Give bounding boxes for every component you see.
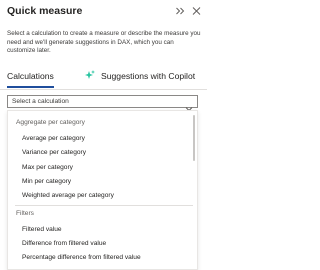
tabs-divider — [0, 89, 207, 90]
group-separator — [15, 205, 193, 206]
option-max-per-category[interactable]: Max per category — [22, 164, 73, 171]
panel-header: Quick measure — [0, 0, 207, 22]
calculation-select[interactable]: Select a calculation — [7, 95, 198, 112]
option-average-per-category[interactable]: Average per category — [22, 135, 85, 142]
option-weighted-average-per-category[interactable]: Weighted average per category — [22, 192, 114, 199]
option-min-per-category[interactable]: Min per category — [22, 178, 71, 185]
collapse-pane-icon[interactable] — [175, 4, 186, 16]
selected-tab-indicator — [7, 86, 54, 88]
chevron-down-icon — [185, 99, 193, 112]
copilot-sparkle-icon — [85, 70, 95, 91]
group-header-aggregate: Aggregate per category — [16, 119, 85, 126]
calculation-select-value: Select a calculation — [12, 98, 69, 105]
panel-title: Quick measure — [7, 5, 83, 17]
tab-suggestions-label: Suggestions with Copilot — [101, 71, 196, 81]
tab-suggestions-with-copilot[interactable]: Suggestions with Copilot — [85, 70, 196, 91]
tab-bar: Calculations Suggestions with Copilot — [0, 67, 207, 91]
option-variance-per-category[interactable]: Variance per category — [22, 149, 86, 156]
option-percentage-difference-from-filtered-value[interactable]: Percentage difference from filtered valu… — [22, 254, 141, 261]
calculation-dropdown-list[interactable]: Aggregate per category Average per categ… — [7, 110, 198, 270]
tab-calculations[interactable]: Calculations — [7, 71, 54, 91]
header-actions — [175, 4, 202, 16]
group-header-filters: Filters — [16, 210, 34, 217]
dropdown-scrollbar[interactable] — [193, 115, 195, 161]
panel-description: Select a calculation to create a measure… — [7, 30, 201, 55]
option-filtered-value[interactable]: Filtered value — [22, 226, 62, 233]
close-icon[interactable] — [191, 4, 202, 16]
option-difference-from-filtered-value[interactable]: Difference from filtered value — [22, 240, 106, 247]
tab-calculations-label: Calculations — [7, 71, 54, 81]
